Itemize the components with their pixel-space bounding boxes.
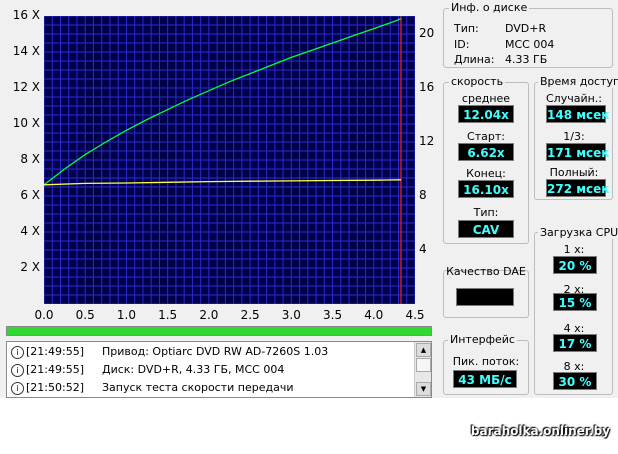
disc-length-value: 4.33 ГБ	[505, 53, 548, 66]
log-entry: i [21:49:55] Привод: Optiarc DVD RW AD-726…	[11, 343, 415, 361]
cpu-4x-value: 17 %	[553, 334, 597, 352]
y-tick-label-right: 4	[419, 241, 427, 256]
y-tick-label-left: 12 X	[12, 80, 40, 94]
x-tick-label: 4.5	[405, 308, 425, 322]
x-tick-label: 1.5	[158, 308, 178, 322]
log-entry: i [21:50:52] Запуск теста скорости передач…	[11, 379, 415, 397]
x-tick-label: 0.0	[34, 308, 54, 322]
cpu-usage-line	[43, 179, 402, 186]
interface-title: Интерфейс	[448, 333, 517, 346]
speed-title: скорость	[449, 75, 506, 88]
access-time-title: Время доступа	[538, 75, 618, 88]
cpu-2x-value: 15 %	[553, 293, 597, 311]
event-log[interactable]: i [21:49:55] Привод: Optiarc DVD RW AD-726…	[6, 341, 432, 398]
y-tick-label-left: 2 X	[20, 260, 40, 274]
disc-id-value: MCC 004	[505, 38, 555, 51]
y-tick-label-left: 14 X	[12, 44, 40, 58]
y-tick-label-right: 16	[419, 79, 435, 94]
disc-length-label: Длина:	[454, 53, 495, 66]
y-tick-label-left: 6 X	[20, 188, 40, 202]
dae-value	[456, 288, 514, 306]
scroll-up-arrow-icon[interactable]: ▲	[416, 343, 431, 357]
log-entry: i [21:49:55] Диск: DVD+R, 4.33 ГБ, MCC 004	[11, 361, 415, 379]
access-full-value: 272 мсек	[546, 179, 609, 197]
y-tick-label-right: 20	[419, 25, 435, 40]
x-tick-label: 1.0	[116, 308, 136, 322]
disc-id-label: ID:	[454, 38, 470, 51]
disc-type-value: DVD+R	[505, 22, 547, 35]
speed-type-label: Тип:	[473, 206, 499, 219]
cpu-1x-label: 1 x:	[563, 243, 585, 256]
progress-bar	[6, 326, 432, 336]
access-full-label: Полный:	[549, 166, 599, 179]
access-third-value: 171 мсек	[546, 143, 609, 161]
cpu-8x-value: 30 %	[553, 372, 597, 390]
info-icon: i	[11, 345, 24, 359]
info-icon: i	[11, 363, 24, 377]
speed-type-value: CAV	[458, 220, 514, 238]
y-tick-label-left: 8 X	[20, 152, 40, 166]
y-tick-label-left: 10 X	[12, 116, 40, 130]
speed-start-value: 6.62x	[458, 143, 514, 161]
disc-info-title: Инф. о диске	[449, 1, 530, 14]
dae-title: Качество DAE	[446, 265, 526, 278]
info-icon: i	[11, 381, 24, 395]
speed-chart	[43, 15, 416, 305]
speed-avg-value: 12.04x	[458, 105, 514, 123]
y-tick-label-right: 12	[419, 133, 435, 148]
watermark: baraholka.onliner.by	[470, 424, 610, 438]
log-scrollbar[interactable]: ▲ ▼	[414, 342, 431, 397]
y-tick-label-left: 4 X	[20, 224, 40, 238]
access-random-value: 148 мсек	[546, 105, 609, 123]
x-tick-label: 3.5	[323, 308, 343, 322]
speed-end-label: Конец:	[466, 167, 506, 180]
access-random-label: Случайн.:	[545, 92, 602, 105]
speed-chart-svg	[43, 15, 416, 305]
speed-start-label: Старт:	[467, 130, 505, 143]
scroll-thumb[interactable]	[416, 358, 431, 372]
cpu-1x-value: 20 %	[553, 256, 597, 274]
y-tick-label-right: 8	[419, 187, 427, 202]
x-tick-label: 2.5	[240, 308, 260, 322]
speed-avg-label: среднее	[461, 92, 511, 105]
speed-end-value: 16.10x	[458, 180, 514, 198]
cpu-title: Загрузка CPU	[538, 226, 618, 239]
y-tick-label-left: 16 X	[12, 8, 40, 22]
x-tick-label: 0.5	[75, 308, 95, 322]
disc-type-label: Тип:	[454, 22, 479, 35]
interface-burst-value: 43 МБ/с	[453, 370, 517, 388]
interface-burst-label: Пик. поток:	[452, 355, 520, 368]
x-tick-label: 2.0	[199, 308, 219, 322]
scroll-down-arrow-icon[interactable]: ▼	[416, 382, 431, 396]
x-tick-label: 3.0	[281, 308, 301, 322]
access-third-label: 1/3:	[563, 130, 585, 143]
x-tick-label: 4.0	[364, 308, 384, 322]
